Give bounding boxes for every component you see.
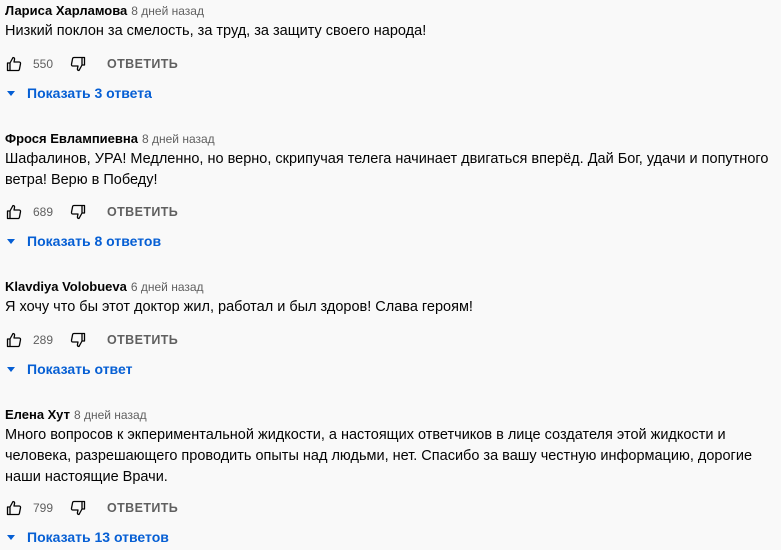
like-button[interactable] (5, 331, 23, 349)
like-count: 689 (33, 205, 54, 219)
comment-header: Елена Хут 8 дней назад (5, 406, 147, 424)
like-button[interactable] (5, 499, 23, 517)
comment-time[interactable]: 8 дней назад (131, 4, 204, 18)
dislike-button[interactable] (69, 55, 87, 73)
comment-actions: 689 ОТВЕТИТЬ (5, 200, 178, 224)
comment-header: Klavdiya Volobueva 6 дней назад (5, 278, 204, 296)
reply-button[interactable]: ОТВЕТИТЬ (107, 205, 178, 219)
comment-author[interactable]: Лариса Харламова (5, 3, 127, 18)
dislike-button[interactable] (69, 499, 87, 517)
comment-time[interactable]: 8 дней назад (74, 408, 147, 422)
show-replies-button[interactable]: Показать 8 ответов (5, 231, 161, 251)
comment-text: Я хочу что бы этот доктор жил, работал и… (5, 299, 473, 315)
comment-text: Низкий поклон за смелость, за труд, за з… (5, 23, 427, 39)
comment: Елена Хут 8 дней назад Много вопросов к э… (0, 404, 781, 550)
comment-actions: 550 ОТВЕТИТЬ (5, 52, 178, 76)
triangle-down-icon (7, 534, 15, 540)
comment-time[interactable]: 8 дней назад (142, 132, 215, 146)
comment-author[interactable]: Елена Хут (5, 407, 70, 422)
reply-button[interactable]: ОТВЕТИТЬ (107, 57, 178, 71)
show-replies-label: Показать 13 ответов (27, 529, 169, 545)
comment-time[interactable]: 6 дней назад (131, 280, 204, 294)
thumbs-up-icon (6, 204, 22, 220)
dislike-button[interactable] (69, 331, 87, 349)
like-count: 799 (33, 501, 54, 515)
comment-header: Лариса Харламова 8 дней назад (5, 2, 204, 20)
show-replies-button[interactable]: Показать 3 ответа (5, 83, 152, 103)
reply-button[interactable]: ОТВЕТИТЬ (107, 501, 178, 515)
thumbs-down-icon (70, 500, 86, 516)
dislike-button[interactable] (69, 203, 87, 221)
show-replies-label: Показать ответ (27, 361, 133, 377)
reply-button[interactable]: ОТВЕТИТЬ (107, 333, 178, 347)
thumbs-down-icon (70, 56, 86, 72)
comment-author[interactable]: Klavdiya Volobueva (5, 279, 127, 294)
thumbs-up-icon (6, 56, 22, 72)
triangle-down-icon (7, 366, 15, 372)
comment-author[interactable]: Фрося Евлампиевна (5, 131, 138, 146)
comment-actions: 799 ОТВЕТИТЬ (5, 496, 178, 520)
comment-text: Шафалинов, УРА! Медленно, но верно, скри… (5, 151, 769, 188)
comment-header: Фрося Евлампиевна 8 дней назад (5, 130, 215, 148)
like-count: 550 (33, 57, 54, 71)
triangle-down-icon (7, 238, 15, 244)
show-replies-label: Показать 8 ответов (27, 233, 162, 249)
show-replies-button[interactable]: Показать 13 ответов (5, 527, 169, 547)
like-button[interactable] (5, 203, 23, 221)
thumbs-up-icon (6, 332, 22, 348)
like-button[interactable] (5, 55, 23, 73)
show-replies-button[interactable]: Показать ответ (5, 359, 132, 379)
triangle-down-icon (7, 90, 15, 96)
comment-actions: 289 ОТВЕТИТЬ (5, 328, 178, 352)
comment: Лариса Харламова 8 дней назад Низкий покл… (0, 0, 781, 128)
comment: Фрося Евлампиевна 8 дней назад Шафалинов,… (0, 128, 781, 276)
thumbs-down-icon (70, 204, 86, 220)
comment-text: Много вопросов к экпериментальной жидкос… (5, 427, 753, 485)
like-count: 289 (33, 333, 54, 347)
show-replies-label: Показать 3 ответа (27, 85, 152, 101)
thumbs-up-icon (6, 500, 22, 516)
comment: Klavdiya Volobueva 6 дней назад Я хочу чт… (0, 276, 781, 404)
thumbs-down-icon (70, 332, 86, 348)
